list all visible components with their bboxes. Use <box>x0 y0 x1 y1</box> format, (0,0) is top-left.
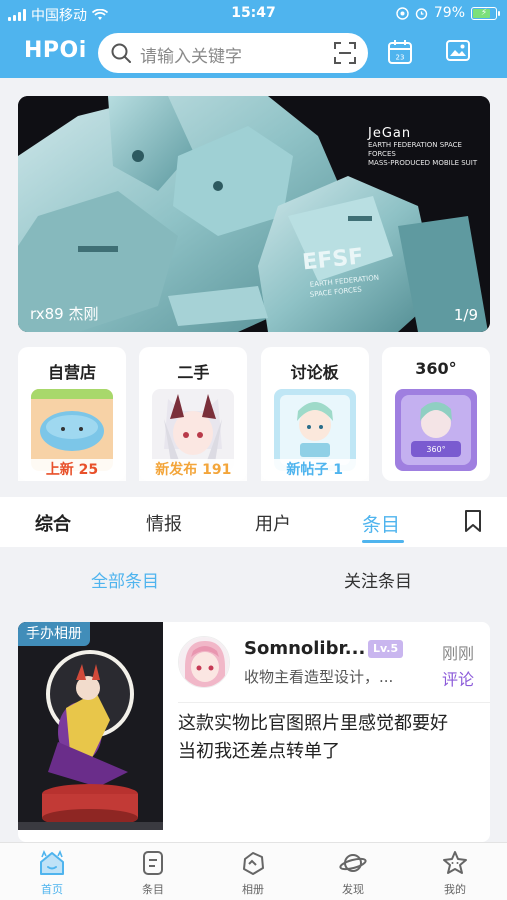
card-shop[interactable]: 自营店 上新 25 <box>18 347 126 481</box>
divider <box>178 702 490 703</box>
status-bar: 中国移动 15:47 79% ⚡ <box>0 0 507 28</box>
nav-items[interactable]: 条目 <box>118 849 188 897</box>
card-badge: 上新 25 <box>18 459 126 481</box>
nav-discover[interactable]: 发现 <box>318 849 388 897</box>
subtab-followed-items[interactable]: 关注条目 <box>344 567 412 592</box>
battery-percent: 79% <box>433 5 465 21</box>
card-title: 360° <box>415 359 457 378</box>
card-title: 二手 <box>177 363 210 382</box>
search-icon <box>111 43 131 63</box>
post-time: 刚刚 <box>441 644 474 663</box>
sub-tabs: 全部条目 关注条目 <box>0 547 507 609</box>
banner-caption: rx89 杰刚 <box>30 305 99 323</box>
banner-logo: JeGan EARTH FEDERATION SPACE FORCES MASS… <box>368 126 480 168</box>
banner-page-indicator: 1/9 <box>453 306 478 324</box>
alarm-icon <box>415 7 428 20</box>
card-secondhand[interactable]: 二手 新发布 191 <box>139 347 248 481</box>
app-header: HPOi 请输入关键字 23 <box>0 28 507 78</box>
card-forum[interactable]: 讨论板 新帖子 1 <box>260 347 369 481</box>
post-photo[interactable]: 手办相册 <box>18 622 163 830</box>
nav-label: 相册 <box>242 883 264 896</box>
tab-users[interactable]: 用户 <box>255 510 291 536</box>
post-comment-text: 这款实物比官图照片里感觉都要好 当初我还差点转单了 <box>178 713 448 762</box>
nav-home[interactable]: 首页 <box>17 849 87 897</box>
card-title: 自营店 <box>47 363 96 382</box>
banner-logo-title: JeGan <box>368 126 412 141</box>
nav-label: 条目 <box>142 883 164 896</box>
card-thumbnail: 360° <box>394 389 477 471</box>
list-icon <box>143 851 163 875</box>
search-placeholder: 请输入关键字 <box>140 47 242 67</box>
tab-items[interactable]: 条目 <box>362 510 400 537</box>
nav-label: 发现 <box>342 883 364 896</box>
post-category-tag: 手办相册 <box>18 622 90 646</box>
feed-post[interactable]: 手办相册 Somnolibr... Lv.5 刚刚 收物主看造型设计，... 评… <box>18 622 490 842</box>
scan-icon[interactable] <box>334 42 356 64</box>
banner-carousel[interactable]: EFSF EARTH FEDERATION SPACE FORCES JeGan… <box>18 96 490 332</box>
svg-text:23: 23 <box>396 54 405 62</box>
bookmark-icon[interactable] <box>462 509 484 533</box>
nav-label: 我的 <box>444 883 466 896</box>
active-tab-indicator <box>362 540 404 543</box>
card-badge: 新发布 191 <box>139 459 248 481</box>
card-badge: 新帖子 1 <box>260 459 369 481</box>
bottom-nav: 首页 条目 相册 发现 我的 <box>0 842 507 900</box>
category-cards: 自营店 上新 25 二手 新发布 191 讨论板 新帖子 1 360° 360° <box>18 347 490 481</box>
star-icon <box>443 851 467 874</box>
card-360[interactable]: 360° 360° <box>381 347 490 481</box>
post-description: 收物主看造型设计，... <box>244 668 394 686</box>
location-lock-icon <box>396 6 409 20</box>
avatar[interactable] <box>178 636 230 688</box>
search-input[interactable]: 请输入关键字 <box>98 33 368 73</box>
user-level-badge: Lv.5 <box>368 640 404 658</box>
status-right: 79% ⚡ <box>396 5 500 21</box>
card-title: 讨论板 <box>290 363 339 382</box>
calendar-icon[interactable]: 23 <box>386 38 414 66</box>
svg-text:360°: 360° <box>426 445 445 454</box>
tab-overview[interactable]: 综合 <box>35 510 71 536</box>
nav-label: 首页 <box>41 883 63 896</box>
album-icon <box>243 852 264 875</box>
nav-profile[interactable]: 我的 <box>420 849 490 897</box>
post-username[interactable]: Somnolibr... <box>244 638 365 659</box>
banner-logo-line: EARTH FEDERATION SPACE FORCES <box>368 141 462 158</box>
subtab-all-items[interactable]: 全部条目 <box>91 567 159 592</box>
post-action-label[interactable]: 评论 <box>442 666 474 690</box>
home-icon <box>40 850 64 875</box>
planet-icon <box>339 854 367 872</box>
banner-logo-line: MASS-PRODUCED MOBILE SUIT <box>368 159 478 167</box>
gallery-icon[interactable] <box>444 37 472 65</box>
nav-album[interactable]: 相册 <box>218 849 288 897</box>
main-tabs: 综合 情报 用户 条目 <box>0 497 507 547</box>
app-logo[interactable]: HPOi <box>24 38 87 63</box>
battery-icon: ⚡ <box>471 6 500 20</box>
tab-news[interactable]: 情报 <box>146 510 182 536</box>
